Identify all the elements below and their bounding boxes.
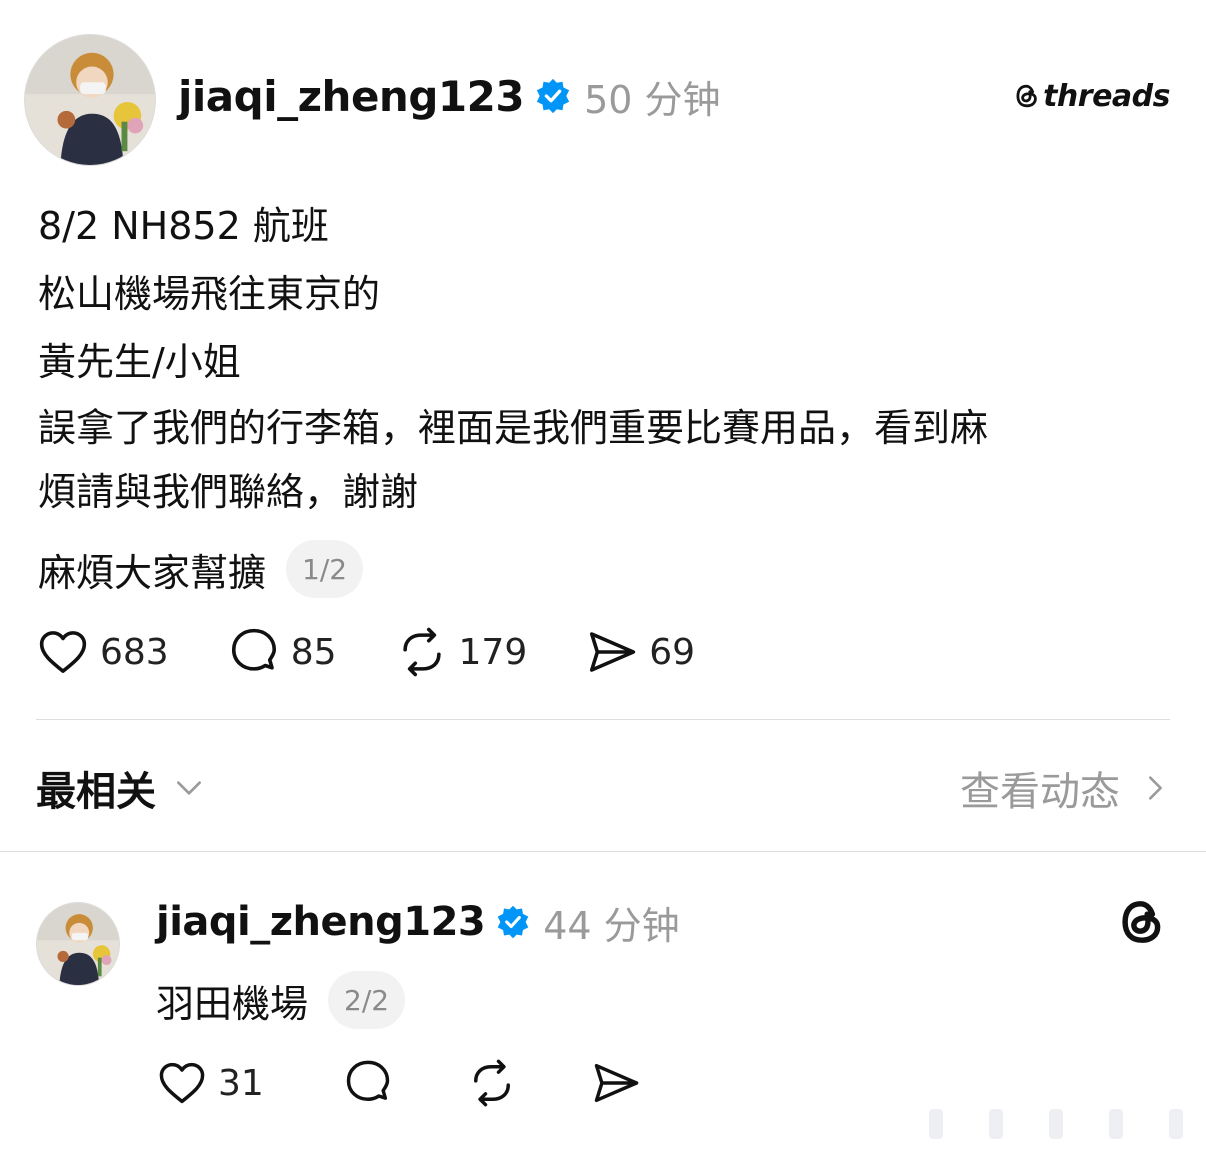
repost-icon (473, 1059, 510, 1107)
watermark-mark (929, 1109, 943, 1139)
heart-icon (39, 631, 87, 673)
chevron-down-icon (177, 781, 201, 795)
comment-bubble-icon (346, 1060, 390, 1101)
repost-button[interactable]: 179 (395, 625, 528, 679)
post-line: 麻煩大家幫擴 (38, 550, 267, 595)
comment-count: 85 (290, 631, 337, 673)
post-actions: 683 85 179 69 (36, 624, 753, 680)
send-icon (594, 1063, 639, 1103)
watermark-mark (1169, 1109, 1183, 1139)
share-button[interactable]: 69 (585, 625, 695, 679)
section-divider (0, 851, 1206, 852)
view-activity-label: 查看动态 (960, 769, 1120, 815)
post-line: 黃先生/小姐 (38, 340, 241, 384)
comment-button[interactable]: 85 (227, 625, 337, 679)
watermark-mark (1109, 1109, 1123, 1139)
chevron-right-icon (1149, 776, 1162, 800)
reply-line: 羽田機場 (156, 981, 309, 1026)
watermark-mark (1049, 1109, 1063, 1139)
avatar[interactable] (24, 34, 156, 166)
send-icon (590, 632, 636, 672)
threads-logo-icon (1122, 901, 1161, 943)
comment-button[interactable] (342, 1057, 394, 1109)
sort-label: 最相关 (36, 769, 156, 815)
post-text: 8/2 NH852 航班 松山機場飛往東京的 黃先生/小姐 誤拿了我們的行李箱，… (38, 192, 1178, 524)
thread-pager-badge: 1/2 (286, 540, 364, 598)
view-activity-link[interactable]: 查看动态 (960, 759, 1170, 817)
share-button[interactable] (590, 1057, 642, 1109)
like-count: 31 (218, 1062, 264, 1104)
username[interactable]: jiaqi_zheng123 (178, 72, 525, 121)
verified-badge-icon (497, 905, 529, 939)
reply-header: jiaqi_zheng123 44 分钟 (156, 894, 680, 950)
brand-name: threads (1043, 78, 1170, 114)
reply-actions: 31 (156, 1056, 714, 1110)
post-last-line: 麻煩大家幫擴 1/2 (38, 538, 364, 600)
threads-logo-icon (1016, 84, 1037, 108)
heart-icon (159, 1062, 205, 1104)
watermark (906, 1104, 1206, 1144)
threads-brand: threads (1013, 78, 1170, 114)
like-count: 683 (100, 631, 169, 673)
share-count: 69 (649, 631, 696, 673)
post-header: jiaqi_zheng123 50 分钟 (178, 66, 721, 126)
repost-count: 179 (458, 631, 528, 673)
repost-icon (402, 627, 441, 677)
post-line: 松山機場飛往東京的 (38, 272, 381, 316)
like-button[interactable]: 31 (156, 1057, 264, 1109)
avatar[interactable] (36, 902, 120, 986)
sort-bar: 最相关 查看动态 (36, 760, 1170, 816)
sort-dropdown[interactable]: 最相关 (36, 759, 206, 817)
watermark-mark (989, 1109, 1003, 1139)
reply-timestamp: 44 分钟 (543, 903, 680, 948)
post-line: 8/2 NH852 航班 (38, 204, 329, 248)
divider (36, 719, 1170, 720)
post-line: 煩請與我們聯絡，謝謝 (38, 470, 419, 514)
like-button[interactable]: 683 (36, 625, 169, 679)
avatar-photo (25, 35, 155, 165)
repost-button[interactable] (466, 1057, 518, 1109)
timestamp: 50 分钟 (584, 77, 721, 122)
verified-badge-icon (536, 78, 570, 114)
avatar-photo (37, 903, 119, 985)
reply-username[interactable]: jiaqi_zheng123 (156, 899, 486, 945)
reply-text: 羽田機場 2/2 (156, 970, 406, 1030)
post-line: 誤拿了我們的行李箱，裡面是我們重要比賽用品，看到麻 (38, 406, 989, 450)
comment-bubble-icon (231, 628, 276, 671)
thread-pager-badge: 2/2 (328, 971, 406, 1029)
